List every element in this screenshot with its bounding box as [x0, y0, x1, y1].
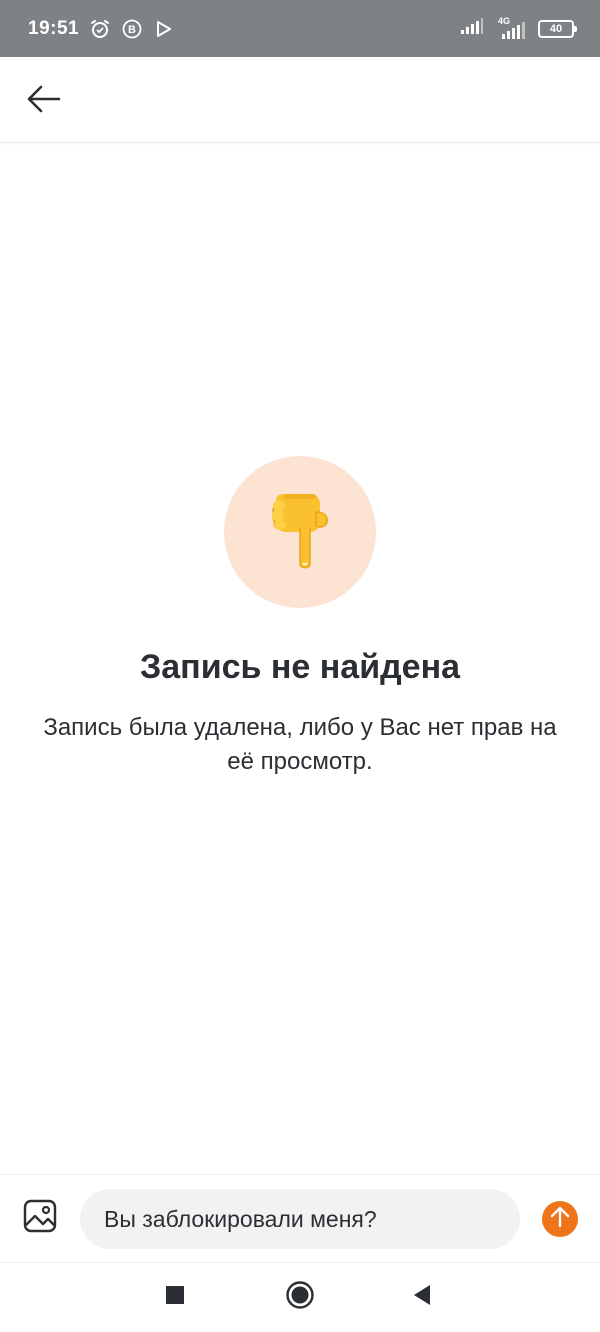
back-triangle-icon	[412, 1284, 432, 1311]
top-app-bar	[0, 57, 600, 143]
play-store-icon	[153, 18, 175, 40]
empty-state-title: Запись не найдена	[139, 648, 461, 686]
status-bar: 19:51 B 4G 40	[0, 0, 600, 57]
svg-text:B: B	[128, 24, 136, 36]
empty-state: Запись не найдена Запись была удалена, л…	[0, 456, 600, 779]
emoji-circle	[224, 456, 376, 608]
recents-button[interactable]	[157, 1279, 193, 1315]
message-composer	[0, 1174, 600, 1262]
status-left: 19:51 B	[28, 18, 175, 40]
arrow-up-icon	[550, 1206, 570, 1233]
home-button[interactable]	[282, 1279, 318, 1315]
alarm-icon	[89, 18, 111, 40]
attach-image-button[interactable]	[22, 1199, 58, 1238]
message-input[interactable]	[80, 1189, 520, 1249]
system-nav-bar	[0, 1262, 600, 1332]
pointing-down-hand-icon	[270, 494, 330, 570]
home-circle-icon	[285, 1280, 315, 1315]
nav-back-button[interactable]	[404, 1279, 440, 1315]
signal-4g-icon: 4G	[496, 16, 526, 40]
b-badge-icon: B	[121, 18, 143, 40]
battery-level: 40	[549, 22, 563, 35]
back-button[interactable]	[24, 81, 64, 121]
send-button[interactable]	[542, 1201, 578, 1237]
arrow-left-icon	[27, 85, 61, 118]
battery-icon: 40	[538, 19, 577, 38]
status-time: 19:51	[28, 17, 80, 39]
empty-state-description: Запись была удалена, либо у Вас нет прав…	[43, 714, 557, 775]
recents-square-icon	[165, 1285, 185, 1310]
image-icon	[23, 1199, 57, 1238]
status-right: 4G 40	[460, 16, 577, 40]
signal-icon	[460, 17, 484, 40]
